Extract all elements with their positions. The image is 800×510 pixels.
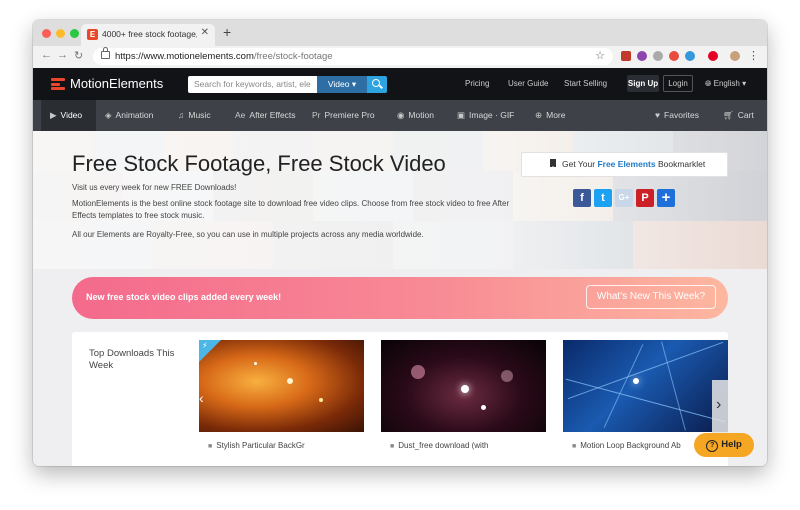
after-effects-icon: Ae — [235, 110, 246, 120]
user-guide-link[interactable]: User Guide — [508, 79, 548, 88]
carousel-next-icon[interactable]: › — [716, 396, 721, 414]
tab-music[interactable]: ♫ Music — [178, 110, 211, 120]
lightning-icon: ⚡︎ — [202, 341, 208, 350]
browser-window: E 4000+ free stock footage, free ✕ + ← →… — [33, 20, 767, 466]
hero-section: Free Stock Footage, Free Stock Video Vis… — [33, 131, 767, 269]
pinterest-extension-icon[interactable] — [708, 51, 718, 61]
thumbnail-caption[interactable]: ■ Stylish Particular BackGr — [208, 441, 305, 450]
thumbnail-particles-orange[interactable]: ⚡︎ ‹ — [199, 340, 364, 432]
start-selling-link[interactable]: Start Selling — [564, 79, 607, 88]
browser-tab[interactable]: E 4000+ free stock footage, free ✕ — [81, 24, 215, 46]
profile-avatar[interactable] — [730, 51, 740, 61]
extension-icon[interactable] — [653, 51, 663, 61]
maximize-window-button[interactable] — [70, 29, 79, 38]
video-camera-icon: ▶ — [50, 110, 57, 120]
pricing-link[interactable]: Pricing — [465, 79, 489, 88]
url-text: https://www.motionelements.com/free/stoc… — [115, 51, 333, 62]
minimize-window-button[interactable] — [56, 29, 65, 38]
image-icon: ▣ — [457, 110, 466, 120]
addthis-share-icon[interactable]: + — [657, 189, 675, 207]
site-header: MotionElements Search for keywords, arti… — [33, 68, 767, 100]
main-content: New free stock video clips added every w… — [33, 269, 767, 466]
premiere-pro-icon: Pr — [312, 110, 321, 120]
thumbnail-caption[interactable]: ■ Dust_free download (with — [390, 441, 489, 450]
whats-new-button[interactable]: What's New This Week? — [586, 285, 716, 309]
tab-strip: E 4000+ free stock footage, free ✕ + — [33, 20, 767, 46]
site-favicon-icon: E — [87, 29, 98, 40]
tab-motion[interactable]: ◉ Motion — [397, 110, 434, 121]
browser-toolbar: ← → ↻ https://www.motionelements.com/fre… — [33, 46, 767, 69]
banner-text: New free stock video clips added every w… — [86, 292, 282, 302]
logo-icon[interactable] — [51, 78, 65, 90]
section-title: Top Downloads This Week — [89, 348, 175, 371]
twitter-share-icon[interactable]: t — [594, 189, 612, 207]
question-icon: ? — [706, 440, 719, 452]
search-input[interactable]: Search for keywords, artist, ele — [188, 76, 317, 93]
carousel-prev-icon[interactable]: ‹ — [199, 390, 204, 406]
search-icon[interactable] — [367, 76, 387, 93]
thumbnail-dust-particles[interactable] — [381, 340, 546, 432]
video-camera-icon: ■ — [572, 443, 577, 450]
extension-icon[interactable] — [637, 51, 647, 61]
animation-icon: ◈ — [105, 110, 112, 120]
hero-text-royalty: All our Elements are Royalty-Free, so yo… — [72, 230, 424, 239]
login-button[interactable]: Login — [663, 75, 693, 92]
globe-icon: 🌐︎ — [705, 79, 714, 88]
promo-banner: New free stock video clips added every w… — [72, 277, 728, 319]
video-camera-icon: ■ — [390, 443, 395, 450]
heart-icon: ♥ — [655, 110, 661, 120]
cart-icon: 🛒︎ — [723, 110, 734, 120]
thumbnail-caption[interactable]: ■ Motion Loop Background Ab — [572, 441, 681, 450]
tab-more[interactable]: ⊕ More — [535, 110, 566, 121]
music-note-icon: ♫ — [178, 110, 185, 120]
pinterest-share-icon[interactable]: P — [636, 189, 654, 207]
search-type-select[interactable]: Video ▾ — [317, 76, 367, 93]
video-camera-icon: ■ — [208, 443, 213, 450]
lock-icon — [101, 47, 110, 59]
forward-arrow-icon[interactable]: → — [57, 49, 68, 61]
tab-image-gif[interactable]: ▣ Image · GIF — [457, 110, 514, 121]
address-bar[interactable]: https://www.motionelements.com/free/stoc… — [93, 47, 613, 65]
bookmarklet-label: Get Your Free Elements Bookmarklet — [562, 159, 706, 169]
language-select[interactable]: 🌐︎ English ▾ — [705, 79, 746, 89]
bookmarklet-button[interactable]: Get Your Free Elements Bookmarklet — [521, 152, 728, 177]
tab-animation[interactable]: ◈ Animation — [105, 110, 153, 121]
tab-video[interactable]: ▶ Video — [50, 110, 82, 121]
tab-after-effects[interactable]: Ae After Effects — [235, 110, 296, 120]
close-window-button[interactable] — [42, 29, 51, 38]
google-plus-share-icon[interactable]: G+ — [615, 189, 633, 207]
facebook-share-icon[interactable]: f — [573, 189, 591, 207]
motion-icon: ◉ — [397, 110, 405, 120]
more-icon: ⊕ — [535, 110, 543, 120]
help-button[interactable]: ? Help — [694, 433, 754, 457]
cart-link[interactable]: 🛒︎ Cart — [723, 110, 754, 121]
bookmark-icon — [550, 159, 556, 169]
browser-menu-icon[interactable]: ⋮ — [748, 49, 759, 62]
tab-close-icon[interactable]: ✕ — [201, 27, 209, 38]
favorites-link[interactable]: ♥ Favorites — [655, 110, 699, 120]
hero-text-weekly: Visit us every week for new FREE Downloa… — [72, 183, 237, 192]
page-title: Free Stock Footage, Free Stock Video — [72, 151, 446, 176]
tab-title: 4000+ free stock footage, free — [102, 29, 197, 39]
tab-premiere-pro[interactable]: Pr Premiere Pro — [312, 110, 375, 120]
top-downloads-section: Top Downloads This Week ⚡︎ ‹ ■ Stylish Pa… — [72, 332, 728, 466]
category-nav: ▶ Video ◈ Animation ♫ Music Ae After Effects… — [33, 100, 767, 131]
new-tab-button[interactable]: + — [223, 24, 231, 40]
back-arrow-icon[interactable]: ← — [41, 49, 52, 61]
bookmark-star-icon[interactable]: ☆ — [595, 49, 605, 62]
extension-icon[interactable] — [621, 51, 631, 61]
reload-icon[interactable]: ↻ — [74, 49, 83, 62]
site-logo[interactable]: MotionElements — [70, 76, 163, 91]
thumbnail-motion-loop-blue[interactable] — [563, 340, 728, 432]
hero-text-description: MotionElements is the best online stock … — [72, 199, 510, 220]
sign-up-button[interactable]: Sign Up — [627, 75, 659, 92]
extension-icon[interactable] — [669, 51, 679, 61]
extension-icon[interactable] — [685, 51, 695, 61]
